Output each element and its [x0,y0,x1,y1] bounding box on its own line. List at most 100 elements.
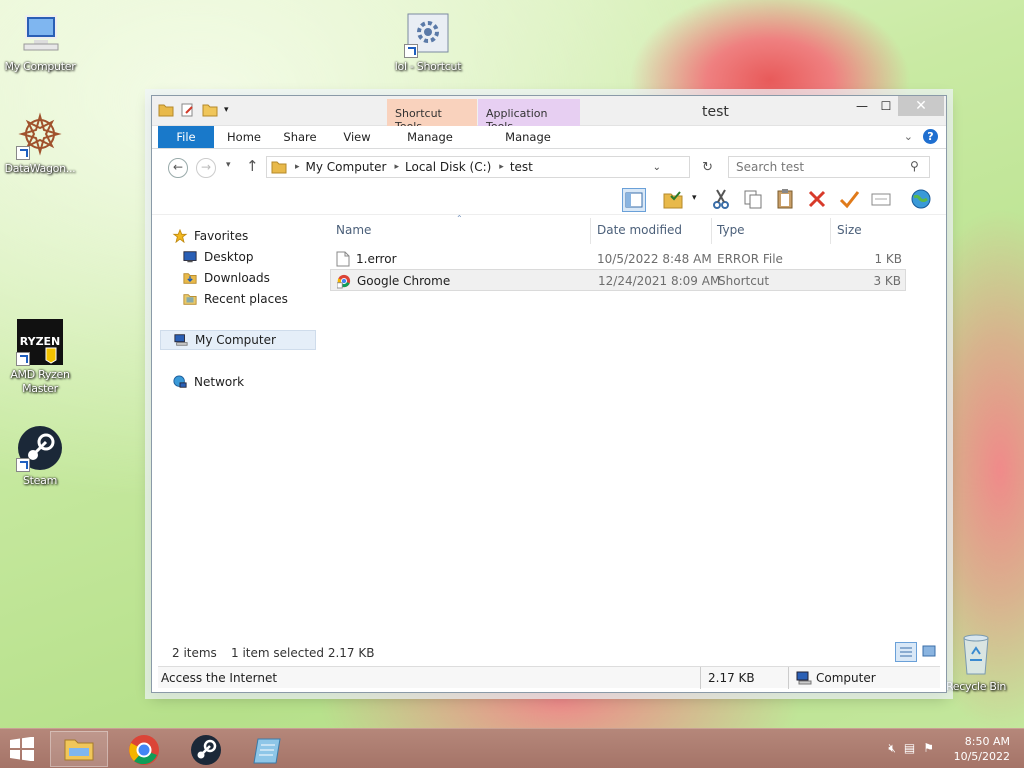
ryzen-icon: RYZEN [16,318,64,366]
nav-favorites[interactable]: Favorites [172,226,328,246]
table-row[interactable]: 1.error 10/5/2022 8:48 AM ERROR File 1 K… [330,248,906,270]
preview-pane-button[interactable] [622,188,646,212]
computer-icon [796,671,812,685]
maximize-button[interactable]: ☐ [874,96,898,116]
chrome-shortcut-icon [337,274,351,289]
title-bar[interactable]: ▾ Shortcut Tools Application Tools test … [152,96,946,133]
rename-button[interactable] [838,188,862,212]
file-explorer-icon [64,739,94,761]
steam-icon [16,424,64,472]
nav-favorites-label: Favorites [194,229,249,243]
up-arrow-icon[interactable]: ↑ [246,157,259,175]
delete-button[interactable] [806,188,830,212]
paste-button[interactable] [774,188,798,212]
taskbar-chrome[interactable] [114,731,172,767]
help-icon[interactable]: ? [923,129,938,144]
column-header-date[interactable]: Date modified [597,223,682,237]
folder-icon[interactable] [158,102,174,118]
blank-file-icon [336,251,350,267]
desktop-icon-label: AMD Ryzen Master [10,368,70,395]
clock-date: 10/5/2022 [953,750,1010,763]
nav-network[interactable]: Network [172,372,328,392]
breadcrumb-chevron-icon[interactable]: ▸ [499,162,504,172]
address-dropdown-icon[interactable]: ⌄ [653,162,661,173]
address-bar[interactable]: ▸ My Computer ▸ Local Disk (C:) ▸ test ⌄… [266,156,713,178]
nav-downloads-label: Downloads [204,271,270,285]
desktop-icon-datawagon[interactable]: DataWagon... [0,112,80,176]
column-header-name[interactable]: Name [336,223,371,237]
expand-ribbon-icon[interactable]: ⌄ [904,130,913,143]
clock[interactable]: 8:50 AM 10/5/2022 [954,734,1010,764]
back-button[interactable]: ← [168,158,188,178]
close-button[interactable]: ✕ [898,96,944,116]
qat-dropdown-icon[interactable]: ▾ [224,105,229,115]
table-row[interactable]: Google Chrome 12/24/2021 8:09 AM Shortcu… [330,269,906,291]
new-folder-icon[interactable] [202,102,218,118]
system-tray: 🔇︎ ▤ ⚑ [888,741,934,756]
tab-file[interactable]: File [158,126,214,148]
taskbar: 🔇︎ ▤ ⚑ 8:50 AM 10/5/2022 [0,728,1024,768]
action-center-flag-icon[interactable]: ⚑ [923,741,934,756]
column-header-size[interactable]: Size [837,223,862,237]
copy-button[interactable] [742,188,766,212]
sort-indicator-icon: ⌃ [456,214,463,223]
cut-button[interactable] [710,188,734,212]
quick-access-toolbar: ▾ [158,102,229,118]
file-size: 3 KB [873,274,901,288]
recent-places-icon [183,294,197,305]
taskbar-explorer[interactable] [50,731,108,767]
ribbon-tabs: File Home Share View Manage Manage ⌄ ? [152,126,946,149]
file-list: ⌃ Name Date modified Type Size 1.error 1… [330,214,910,638]
breadcrumb-chevron-icon[interactable]: ▸ [295,162,300,172]
nav-recent-places[interactable]: Recent places [182,289,338,309]
explorer-window[interactable]: ▾ Shortcut Tools Application Tools test … [151,95,947,693]
new-item-button[interactable] [870,188,894,212]
nav-downloads[interactable]: Downloads [182,268,338,288]
desktop-icon-recycle-bin[interactable]: Recycle Bin [936,630,1016,694]
svg-text:RYZEN: RYZEN [20,335,61,348]
address-row: ← → ▾ ↑ ▸ My Computer ▸ Local Disk (C:) … [152,149,946,185]
details-view-button[interactable] [895,642,917,662]
recent-locations-icon[interactable]: ▾ [226,160,231,170]
tab-manage-shortcut[interactable]: Manage [400,126,460,148]
downloads-folder-icon [183,273,197,284]
desktop-icon-my-computer[interactable]: My Computer [0,10,80,74]
desktop-icon-steam[interactable]: Steam [0,424,80,488]
nav-network-label: Network [194,375,245,389]
network-status-icon[interactable]: ▤ [904,741,915,756]
internet-options-button[interactable] [910,188,934,212]
column-header-type[interactable]: Type [717,223,745,237]
desktop-icon-lol-shortcut[interactable]: lol - Shortcut [388,10,468,74]
nav-desktop[interactable]: Desktop [182,247,338,267]
start-button[interactable] [8,736,40,762]
properties-icon[interactable] [180,102,196,118]
breadcrumb-local-disk[interactable]: Local Disk (C:) [405,160,491,174]
tab-manage-application[interactable]: Manage [498,126,558,148]
properties-button[interactable] [662,188,686,212]
breadcrumb-chevron-icon[interactable]: ▸ [394,162,399,172]
nav-my-computer[interactable]: My Computer [160,330,316,350]
breadcrumb-my-computer[interactable]: My Computer [306,160,387,174]
desktop-icon [183,251,197,263]
refresh-icon[interactable]: ↻ [702,160,713,175]
large-icons-view-button[interactable] [920,642,940,662]
delete-x-icon [808,190,826,208]
desktop-icon-label: DataWagon... [4,162,76,175]
status-size: 2.17 KB [708,671,755,685]
search-icon[interactable]: ⚲ [910,159,919,173]
desktop-icon-amd-ryzen-master[interactable]: RYZEN AMD Ryzen Master [0,318,80,396]
tab-view[interactable]: View [336,126,378,148]
desktop-icon-label: Recycle Bin [945,680,1007,693]
breadcrumb-test[interactable]: test [510,160,533,174]
forward-button[interactable]: → [196,158,216,178]
search-input[interactable]: Search test [728,156,930,178]
taskbar-steam[interactable] [176,731,234,767]
tab-home[interactable]: Home [222,126,266,148]
minimize-button[interactable]: — [850,96,874,116]
taskbar-app[interactable] [238,731,296,767]
volume-muted-icon[interactable]: 🔇︎ [888,741,896,756]
toolbar-dropdown-icon[interactable]: ▾ [692,193,697,203]
desktop-icon-label: My Computer [4,60,76,73]
tab-share[interactable]: Share [278,126,322,148]
computer-icon [16,10,64,58]
